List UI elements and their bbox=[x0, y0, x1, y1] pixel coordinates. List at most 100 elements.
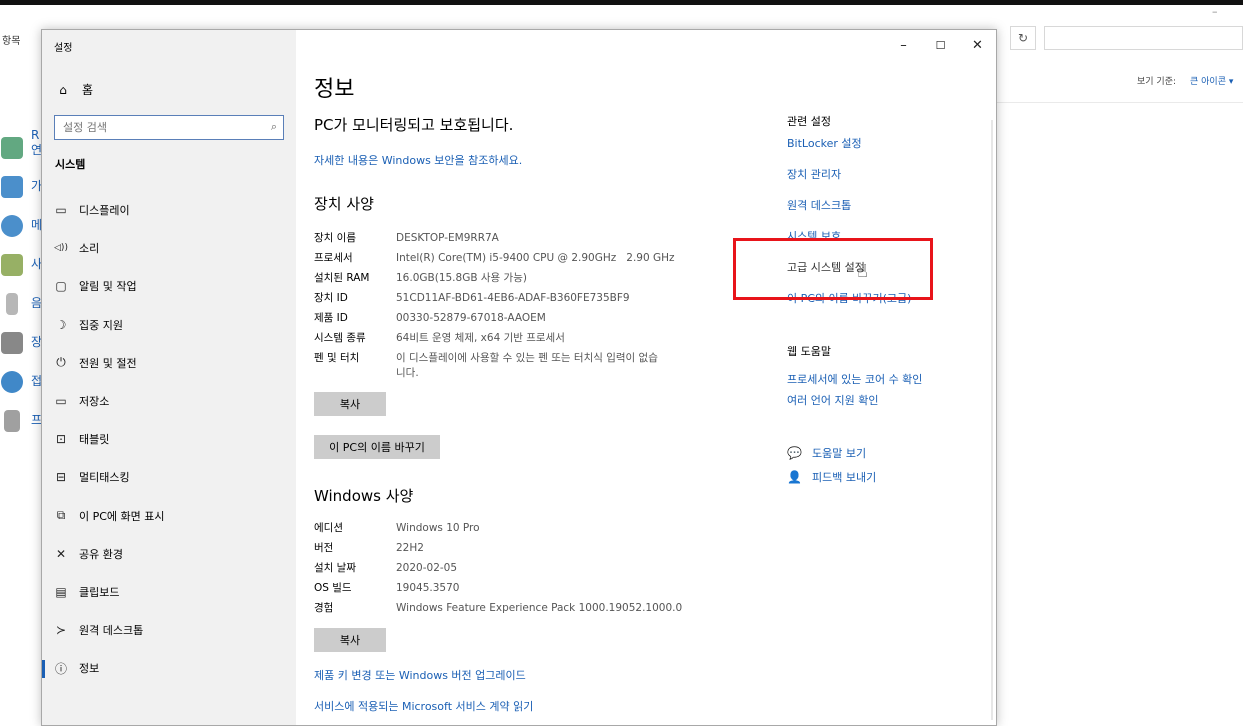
spec-row: OS 빌드 19045.3570 bbox=[314, 578, 754, 598]
settings-search-box[interactable]: ⌕ bbox=[54, 115, 284, 140]
page-title: 정보 bbox=[314, 77, 355, 102]
sidebar-item-label: 원격 데스크톱 bbox=[79, 624, 144, 638]
spec-row: 설치된 RAM 16.0GB(15.8GB 사용 가능) bbox=[314, 268, 754, 288]
spec-value: 19045.3570 bbox=[396, 582, 460, 594]
sidebar-nav: ▭ 디스플레이 ◁)) 소리 ▢ 알림 및 작업 ☽ 집중 지원 ⏻ 전원 및 절전 ▭ 저… bbox=[42, 191, 296, 687]
spec-row: 에디션 Windows 10 Pro bbox=[314, 518, 754, 538]
device-specs-table: 장치 이름 DESKTOP-EM9RR7A 프로세서 Intel(R) Core(T… bbox=[314, 228, 754, 381]
maximize-button[interactable]: ☐ bbox=[922, 30, 959, 60]
shield-check-icon bbox=[1, 175, 23, 198]
spec-label: 경험 bbox=[314, 602, 334, 614]
sidebar-item-label: 디스플레이 bbox=[79, 204, 130, 218]
content-scrollbar[interactable] bbox=[991, 120, 993, 720]
control-panel-item[interactable]: 메 bbox=[0, 206, 42, 245]
spec-value: Intel(R) Core(TM) i5-9400 CPU @ 2.90GHz … bbox=[396, 252, 675, 264]
sidebar-item-remote-desktop[interactable]: ≻ 원격 데스크톱 bbox=[42, 611, 296, 649]
sidebar-item-about[interactable]: ⓘ 정보 bbox=[42, 649, 296, 687]
computer-icon bbox=[1, 331, 23, 354]
spec-row: 장치 이름 DESKTOP-EM9RR7A bbox=[314, 228, 754, 248]
web-help-heading: 웹 도움말 bbox=[787, 345, 831, 358]
spec-value: 16.0GB(15.8GB 사용 가능) bbox=[396, 272, 527, 284]
display-icon: ▭ bbox=[55, 203, 67, 218]
users-icon bbox=[1, 253, 23, 276]
home-label: 홈 bbox=[82, 83, 94, 97]
minimize-button[interactable]: – bbox=[885, 30, 922, 60]
refresh-button[interactable]: ↻ bbox=[1010, 26, 1036, 50]
spec-value: 51CD11AF-BD61-4EB6-ADAF-B360FE735BF9 bbox=[396, 292, 630, 304]
notification-icon: ▢ bbox=[55, 279, 67, 294]
sidebar-item-power[interactable]: ⏻ 전원 및 절전 bbox=[42, 344, 296, 382]
control-panel-item[interactable]: 음 bbox=[0, 284, 42, 323]
control-panel-item[interactable]: 프 bbox=[0, 401, 42, 440]
sidebar-item-storage[interactable]: ▭ 저장소 bbox=[42, 382, 296, 420]
sidebar-item-multitasking[interactable]: ⊟ 멀티태스킹 bbox=[42, 458, 296, 496]
control-panel-item[interactable]: 접 bbox=[0, 362, 42, 401]
bitlocker-settings-link[interactable]: BitLocker 설정 bbox=[787, 135, 862, 151]
service-agreement-link[interactable]: 서비스에 적용되는 Microsoft 서비스 계약 읽기 bbox=[314, 698, 533, 714]
multi-language-link[interactable]: 여러 언어 지원 확인 bbox=[787, 392, 878, 408]
background-search-input[interactable] bbox=[1044, 26, 1243, 50]
spec-row: 프로세서 Intel(R) Core(TM) i5-9400 CPU @ 2.90… bbox=[314, 248, 754, 268]
power-icon: ⏻ bbox=[56, 355, 66, 370]
sidebar-item-label: 공유 환경 bbox=[79, 547, 123, 561]
spec-value: 2020-02-05 bbox=[396, 562, 458, 574]
spec-label: 프로세서 bbox=[314, 252, 353, 264]
product-key-link[interactable]: 제품 키 변경 또는 Windows 버전 업그레이드 bbox=[314, 667, 526, 683]
spec-row: 버전 22H2 bbox=[314, 538, 754, 558]
spec-row: 펜 및 터치 이 디스플레이에 사용할 수 있는 펜 또는 터치식 입력이 없습니… bbox=[314, 348, 754, 381]
spec-label: 버전 bbox=[314, 542, 334, 554]
spec-row: 장치 ID 51CD11AF-BD61-4EB6-ADAF-B360FE735BF… bbox=[314, 288, 754, 308]
clipboard-icon: ▤ bbox=[55, 584, 67, 599]
rename-pc-button[interactable]: 이 PC의 이름 바꾸기 bbox=[314, 435, 440, 459]
device-manager-link[interactable]: 장치 관리자 bbox=[787, 166, 841, 182]
sidebar-item-sound[interactable]: ◁)) 소리 bbox=[42, 229, 296, 267]
sidebar-item-shared-experiences[interactable]: ✕ 공유 환경 bbox=[42, 535, 296, 573]
control-panel-item[interactable]: R 연 bbox=[0, 128, 42, 167]
remote-desktop-link[interactable]: 원격 데스크톱 bbox=[787, 197, 851, 213]
get-help-label: 도움말 보기 bbox=[812, 447, 867, 460]
control-panel-item[interactable]: 장 bbox=[0, 323, 42, 362]
sidebar-item-clipboard[interactable]: ▤ 클립보드 bbox=[42, 573, 296, 611]
sidebar-item-label: 전원 및 절전 bbox=[79, 356, 137, 370]
processor-cores-link[interactable]: 프로세서에 있는 코어 수 확인 bbox=[787, 371, 922, 387]
sidebar-item-label: 소리 bbox=[79, 242, 100, 256]
windows-security-link[interactable]: 자세한 내용은 Windows 보안을 참조하세요. bbox=[314, 152, 522, 168]
sidebar-item-project[interactable]: ⧉ 이 PC에 화면 표시 bbox=[42, 497, 296, 535]
sidebar-item-label: 집중 지원 bbox=[79, 318, 123, 332]
spec-label: 에디션 bbox=[314, 522, 343, 534]
spec-label: 설치된 RAM bbox=[314, 272, 370, 284]
settings-search-input[interactable] bbox=[55, 116, 255, 139]
spec-value: 00330-52879-67018-AAOEM bbox=[396, 312, 546, 324]
search-icon[interactable]: ⌕ bbox=[271, 120, 277, 134]
send-feedback-link[interactable]: 👤 피드백 보내기 bbox=[787, 469, 876, 485]
highlight-box bbox=[733, 238, 933, 300]
window-title: 설정 bbox=[54, 43, 73, 54]
background-minimize-icon[interactable]: – bbox=[1212, 5, 1224, 18]
tablet-icon: ⊡ bbox=[55, 432, 67, 447]
spec-label: 펜 및 터치 bbox=[314, 352, 360, 364]
sidebar-section-title: 시스템 bbox=[55, 158, 86, 171]
sidebar-item-notifications[interactable]: ▢ 알림 및 작업 bbox=[42, 267, 296, 305]
close-button[interactable]: ✕ bbox=[959, 30, 996, 60]
sidebar-item-label: 알림 및 작업 bbox=[79, 280, 137, 294]
storage-icon: ▭ bbox=[55, 394, 67, 409]
sidebar-item-label: 정보 bbox=[79, 662, 100, 676]
spec-label: 장치 이름 bbox=[314, 232, 356, 244]
control-panel-items: R 연 가 메 사 음 장 접 프 bbox=[0, 128, 42, 440]
share-icon: ✕ bbox=[55, 546, 67, 561]
speaker-icon: ◁)) bbox=[54, 243, 68, 254]
sidebar-item-display[interactable]: ▭ 디스플레이 bbox=[42, 191, 296, 229]
spec-value: Windows 10 Pro bbox=[396, 522, 480, 534]
view-by-dropdown[interactable]: 큰 아이콘 ▾ bbox=[1190, 74, 1233, 87]
copy-device-specs-button[interactable]: 복사 bbox=[314, 392, 386, 416]
get-help-link[interactable]: 💬 도움말 보기 bbox=[787, 445, 866, 461]
sidebar-item-focus-assist[interactable]: ☽ 집중 지원 bbox=[42, 306, 296, 344]
info-icon: ⓘ bbox=[54, 661, 67, 676]
control-panel-item[interactable]: 사 bbox=[0, 245, 42, 284]
sidebar-item-tablet[interactable]: ⊡ 태블릿 bbox=[42, 420, 296, 458]
sidebar-item-label: 클립보드 bbox=[79, 585, 120, 599]
sidebar-home[interactable]: ⌂ 홈 bbox=[56, 81, 93, 98]
copy-windows-specs-button[interactable]: 복사 bbox=[314, 628, 386, 652]
control-panel-item[interactable]: 가 bbox=[0, 167, 42, 206]
windows-specs-table: 에디션 Windows 10 Pro 버전 22H2 설치 날짜 2020-02-05… bbox=[314, 518, 754, 618]
